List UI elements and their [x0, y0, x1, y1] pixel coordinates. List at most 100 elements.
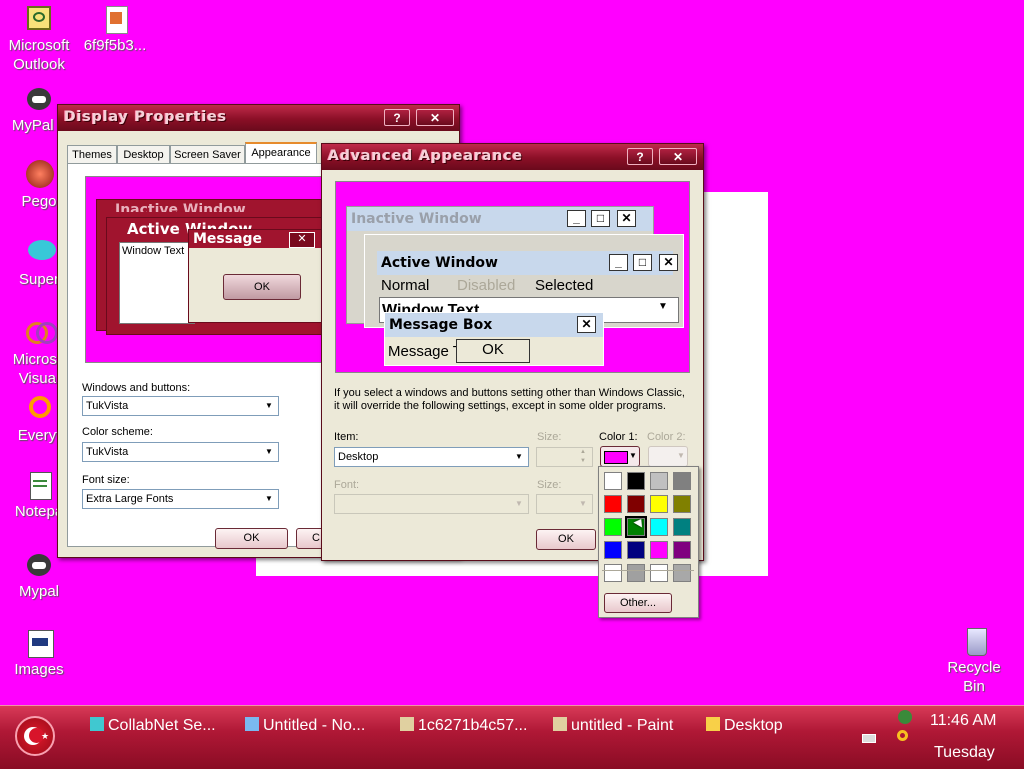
- window-title: Display Properties: [64, 109, 228, 125]
- desktop-icon-recycle-bin[interactable]: Recycle Bin: [937, 626, 1011, 696]
- ok-button[interactable]: OK: [536, 529, 596, 550]
- start-button[interactable]: ★: [15, 716, 55, 756]
- preview-menu-selected: Selected: [535, 277, 594, 294]
- font-select[interactable]: ▼: [334, 494, 529, 514]
- recycle-bin-icon: [959, 626, 989, 656]
- paint-icon: [553, 717, 567, 731]
- color-swatch[interactable]: [604, 518, 622, 536]
- taskbar-item[interactable]: CollabNet Se...: [90, 714, 216, 738]
- font-size-select[interactable]: Extra Large Fonts ▼: [82, 489, 279, 509]
- preview-message-window: Message ✕ OK: [188, 229, 336, 323]
- font-size-select[interactable]: ▼: [536, 494, 593, 514]
- desktop-icon-images[interactable]: Images: [2, 628, 76, 679]
- font-size-label: Size:: [537, 479, 562, 491]
- item-size-spinner[interactable]: ▲ ▼: [536, 447, 593, 467]
- taskbar-item[interactable]: Untitled - No...: [245, 714, 365, 738]
- taskbar-item[interactable]: untitled - Paint: [553, 714, 673, 738]
- preview-menu-disabled: Disabled: [457, 277, 516, 294]
- help-button[interactable]: ?: [627, 148, 653, 165]
- color-swatch[interactable]: [627, 564, 645, 582]
- chevron-down-icon: ▼: [579, 499, 587, 508]
- color2-button[interactable]: ▼: [648, 446, 688, 467]
- close-icon: ✕: [577, 316, 596, 333]
- appearance-preview: Inactive Window Active Window Window Tex…: [85, 176, 336, 363]
- color-swatch[interactable]: [627, 541, 645, 559]
- taskbar-item-label: untitled - Paint: [571, 717, 674, 734]
- color-swatch[interactable]: [673, 518, 691, 536]
- taskbar-item-label: CollabNet Se...: [108, 717, 216, 734]
- color-swatch[interactable]: [604, 495, 622, 513]
- tab-appearance[interactable]: Appearance: [245, 142, 317, 163]
- color-swatch[interactable]: [673, 541, 691, 559]
- advanced-preview: Inactive Window _ □ ✕ Active Window _ □ …: [335, 181, 690, 373]
- color-swatch[interactable]: [673, 564, 691, 582]
- preview-window-text-area: Window Text: [119, 242, 195, 324]
- search-icon[interactable]: [897, 730, 908, 741]
- preview-message-box: Message Box ✕ Message Text OK: [384, 312, 604, 366]
- visual-studio-icon: [24, 318, 58, 348]
- color-swatch[interactable]: [604, 472, 622, 490]
- keyboard-icon[interactable]: [862, 734, 876, 743]
- advanced-description: If you select a windows and buttons sett…: [334, 387, 685, 412]
- color-swatch[interactable]: [650, 541, 668, 559]
- desktop-icon-outlook[interactable]: Microsoft Outlook: [2, 4, 76, 74]
- raccoon-browser-icon: [24, 550, 54, 580]
- tab-themes[interactable]: Themes: [67, 145, 117, 163]
- color-swatch[interactable]: [650, 564, 668, 582]
- color-swatch[interactable]: [627, 472, 645, 490]
- color-swatch[interactable]: [604, 564, 622, 582]
- images-folder-icon: [24, 628, 54, 658]
- taskbar-item[interactable]: Desktop: [706, 714, 783, 738]
- desktop-icon-image-file[interactable]: 6f9f5b3...: [78, 4, 152, 55]
- item-select[interactable]: Desktop ▼: [334, 447, 529, 467]
- minimize-icon: _: [609, 254, 628, 271]
- preview-ok-button: OK: [456, 339, 530, 363]
- ok-button[interactable]: OK: [215, 528, 288, 549]
- color2-label: Color 2:: [647, 431, 686, 443]
- spinner-arrows-icon: ▲ ▼: [580, 449, 586, 464]
- tab-screen-saver[interactable]: Screen Saver: [170, 145, 245, 163]
- windows-and-buttons-select[interactable]: TukVista ▼: [82, 396, 279, 416]
- font-label: Font:: [334, 479, 360, 491]
- minimize-icon: _: [567, 210, 586, 227]
- taskbar-item-label: Desktop: [724, 717, 783, 734]
- color1-swatch: [604, 451, 628, 464]
- other-color-button[interactable]: Other...: [604, 593, 672, 613]
- color-palette-dropdown[interactable]: Other...: [598, 466, 699, 618]
- taskbar-item-label: 1c6271b4c57...: [418, 717, 528, 734]
- help-button[interactable]: ?: [384, 109, 410, 126]
- tray-app-icon[interactable]: [898, 710, 912, 724]
- pego-icon: [24, 160, 54, 190]
- close-icon: ✕: [289, 232, 315, 248]
- item-size-label: Size:: [537, 431, 562, 443]
- chevron-down-icon: ▼: [515, 499, 523, 508]
- collabnet-icon: [90, 717, 104, 731]
- color-swatch[interactable]: [650, 495, 668, 513]
- taskbar: ★ CollabNet Se... Untitled - No... 1c6271b…: [0, 705, 1024, 769]
- color-scheme-select[interactable]: TukVista ▼: [82, 442, 279, 462]
- item-label: Item:: [334, 431, 359, 443]
- outlook-icon: [24, 4, 54, 34]
- color-swatch[interactable]: [673, 472, 691, 490]
- taskbar-item[interactable]: 1c6271b4c57...: [400, 714, 527, 738]
- clock-time[interactable]: 11:46 AM: [930, 712, 996, 730]
- color-swatch[interactable]: [627, 495, 645, 513]
- color1-button[interactable]: ▼: [600, 446, 640, 467]
- preview-ok-button: OK: [223, 274, 301, 300]
- tab-desktop[interactable]: Desktop: [117, 145, 170, 163]
- chevron-down-icon: ▼: [515, 452, 523, 461]
- super-icon: [24, 238, 56, 268]
- color-swatch[interactable]: [673, 495, 691, 513]
- close-button[interactable]: ✕: [416, 109, 454, 126]
- chevron-down-icon: ▼: [658, 301, 668, 312]
- close-icon: ✕: [617, 210, 636, 227]
- advanced-appearance-titlebar[interactable]: Advanced Appearance ? ✕: [322, 144, 703, 170]
- raccoon-browser-icon: [24, 84, 54, 114]
- display-properties-titlebar[interactable]: Display Properties ? ✕: [58, 105, 459, 131]
- color-swatch[interactable]: [604, 541, 622, 559]
- color-swatch[interactable]: [650, 518, 668, 536]
- color-swatch[interactable]: [650, 472, 668, 490]
- close-button[interactable]: ✕: [659, 148, 697, 165]
- search-ring-icon: [24, 394, 54, 424]
- paint-icon: [400, 717, 414, 731]
